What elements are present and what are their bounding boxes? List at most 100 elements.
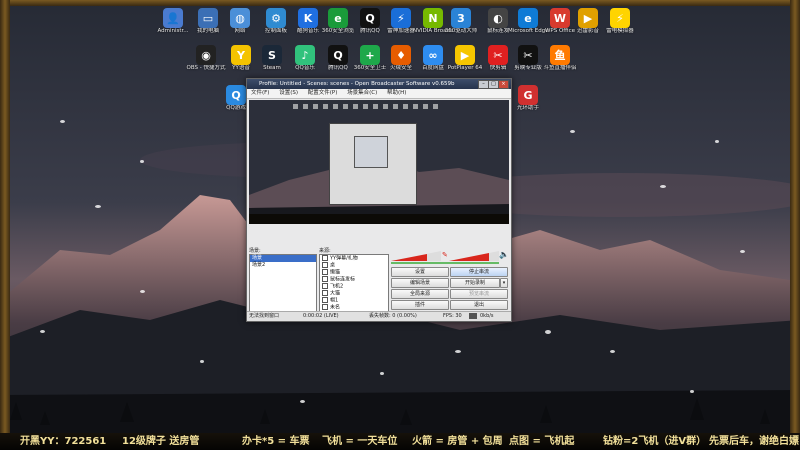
ticker-item: 点图 = 飞机起 <box>509 436 575 447</box>
frame-left <box>0 0 10 450</box>
desktop-volume-meter[interactable] <box>391 251 441 261</box>
source-label: 帽1 <box>330 297 339 304</box>
menu-profile[interactable]: 配置文件(P) <box>308 90 338 96</box>
status-indicator <box>469 313 477 319</box>
source-item[interactable]: YY弹幕/礼物 <box>320 255 388 262</box>
stream-preview <box>249 100 509 224</box>
app-icon: ◐ <box>488 8 508 28</box>
app-icon: ⚡ <box>391 8 411 28</box>
ticker-item: 火箭 = 房管 + 包周 <box>412 436 503 447</box>
desktop-icon[interactable]: 👤 Administr... <box>153 8 193 35</box>
source-checkbox[interactable] <box>322 269 328 275</box>
app-icon: + <box>360 45 380 65</box>
app-icon: 鱼 <box>550 45 570 65</box>
sources-list[interactable]: YY弹幕/礼物 桌 懒猫 鼠标连发标 飞机2 大猫 帽1 未名 <box>319 254 389 314</box>
source-label: 桌 <box>330 262 336 269</box>
obs-title-bar[interactable]: Profile: Untitled - Scenes: scenes - Ope… <box>247 79 511 89</box>
app-icon: Q <box>360 8 380 28</box>
app-icon: ♦ <box>391 45 411 65</box>
desktop-icon-label: 雷电模拟器 <box>606 28 634 34</box>
start-record-button[interactable]: 开始录制 <box>450 278 500 288</box>
app-icon: ▶ <box>578 8 598 28</box>
source-checkbox[interactable] <box>322 283 328 289</box>
menu-file[interactable]: 文件(F) <box>251 90 269 96</box>
ticker-item: 先票后车，谢绝白嫖~ <box>709 436 800 447</box>
desktop-volume-icon[interactable]: ✎ <box>442 251 448 259</box>
source-item[interactable]: 未名 <box>320 304 388 311</box>
source-label: 鼠标连发标 <box>330 276 356 283</box>
desktop-icon-label: 网络 <box>234 28 246 34</box>
desktop-icon[interactable]: ⚡ 雷电模拟器 <box>600 8 640 35</box>
desktop-icon-label: 360驱动大师 <box>444 28 478 34</box>
preview-stream-button[interactable]: 预览串流 <box>450 289 508 299</box>
app-icon: S <box>262 45 282 65</box>
close-button[interactable]: × <box>498 80 509 89</box>
ticker-item: 钻粉=2飞机（进V群） <box>603 436 707 447</box>
app-icon: ▶ <box>455 45 475 65</box>
desktop-icon-label: 光环助手 <box>516 105 539 111</box>
app-icon: ◉ <box>196 45 216 65</box>
app-icon: K <box>298 8 318 28</box>
desktop-icon[interactable]: ◉ OBS - 快捷方式 <box>186 45 226 72</box>
nested-obs-window <box>354 136 388 168</box>
source-checkbox[interactable] <box>322 276 328 282</box>
desktop-icon[interactable]: G 光环助手 <box>508 85 548 112</box>
nested-obs-preview <box>329 123 417 205</box>
app-icon: Q <box>226 85 246 105</box>
app-icon: ⚡ <box>610 8 630 28</box>
menu-help[interactable]: 帮助(H) <box>387 90 406 96</box>
app-icon: Q <box>328 45 348 65</box>
source-checkbox[interactable] <box>322 297 328 303</box>
ticker-item: 开黑YY：722561 <box>20 436 107 447</box>
menu-settings[interactable]: 设置(S) <box>279 90 298 96</box>
app-icon: ◍ <box>230 8 250 28</box>
speaker-icon[interactable]: 🔈 <box>499 250 509 259</box>
obs-menu-bar: 文件(F) 设置(S) 配置文件(P) 场景集合(C) 帮助(H) <box>247 89 511 99</box>
source-label: 未名 <box>330 304 341 311</box>
desktop-icon[interactable]: 鱼斗鱼直播伴侣 <box>540 45 580 72</box>
edit-scene-button[interactable]: 编辑场景 <box>391 278 449 288</box>
scene-item[interactable]: 场景2 <box>250 262 316 269</box>
app-icon: e <box>518 8 538 28</box>
source-item[interactable]: 懒猫 <box>320 269 388 276</box>
menu-scene-collection[interactable]: 场景集合(C) <box>347 90 377 96</box>
app-icon: W <box>550 8 570 28</box>
source-checkbox[interactable] <box>322 262 328 268</box>
app-icon: 3 <box>451 8 471 28</box>
source-checkbox[interactable] <box>322 304 328 310</box>
status-fps: FPS: 30 <box>443 313 462 319</box>
app-icon: 👤 <box>163 8 183 28</box>
source-item[interactable]: 鼠标连发标 <box>320 276 388 283</box>
app-icon: e <box>328 8 348 28</box>
source-item[interactable]: 帽1 <box>320 297 388 304</box>
app-icon: G <box>518 85 538 105</box>
source-label: YY弹幕/礼物 <box>330 255 358 262</box>
source-checkbox[interactable] <box>322 255 328 261</box>
scenes-label: 场景: <box>249 248 261 254</box>
frame-top <box>0 0 800 6</box>
source-item[interactable]: 桌 <box>320 262 388 269</box>
stream-ticker: 开黑YY：722561 12级牌子 送房管 办卡*5 = 车票 飞机 = 一天车… <box>0 433 800 450</box>
app-icon: ∞ <box>423 45 443 65</box>
mic-volume-meter[interactable] <box>449 251 499 261</box>
plugins-button[interactable]: 插件 <box>391 300 449 310</box>
source-checkbox[interactable] <box>322 290 328 296</box>
global-sources-button[interactable]: 全局来源 <box>391 289 449 299</box>
source-item[interactable]: 飞机2 <box>320 283 388 290</box>
status-bitrate: 0kb/s <box>480 313 494 319</box>
source-item[interactable]: 大猫 <box>320 290 388 297</box>
source-label: 懒猫 <box>330 269 341 276</box>
ticker-item: 12级牌子 送房管 <box>122 436 200 447</box>
exit-button[interactable]: 退出 <box>450 300 508 310</box>
settings-button[interactable]: 设置 <box>391 267 449 277</box>
scenes-list[interactable]: 场景 场景2 <box>249 254 317 314</box>
app-icon: ⚙ <box>266 8 286 28</box>
source-label: 大猫 <box>330 290 341 297</box>
record-dropdown[interactable]: ▾ <box>500 278 508 288</box>
desktop-icon-label: OBS - 快捷方式 <box>186 65 226 71</box>
desktop-icon[interactable]: ◍ 网络 <box>220 8 260 35</box>
obs-window: Profile: Untitled - Scenes: scenes - Ope… <box>246 78 512 322</box>
app-icon: Y <box>231 45 251 65</box>
stop-stream-button[interactable]: 停止串流 <box>450 267 508 277</box>
desktop-icon[interactable]: 3 360驱动大师 <box>441 8 481 35</box>
